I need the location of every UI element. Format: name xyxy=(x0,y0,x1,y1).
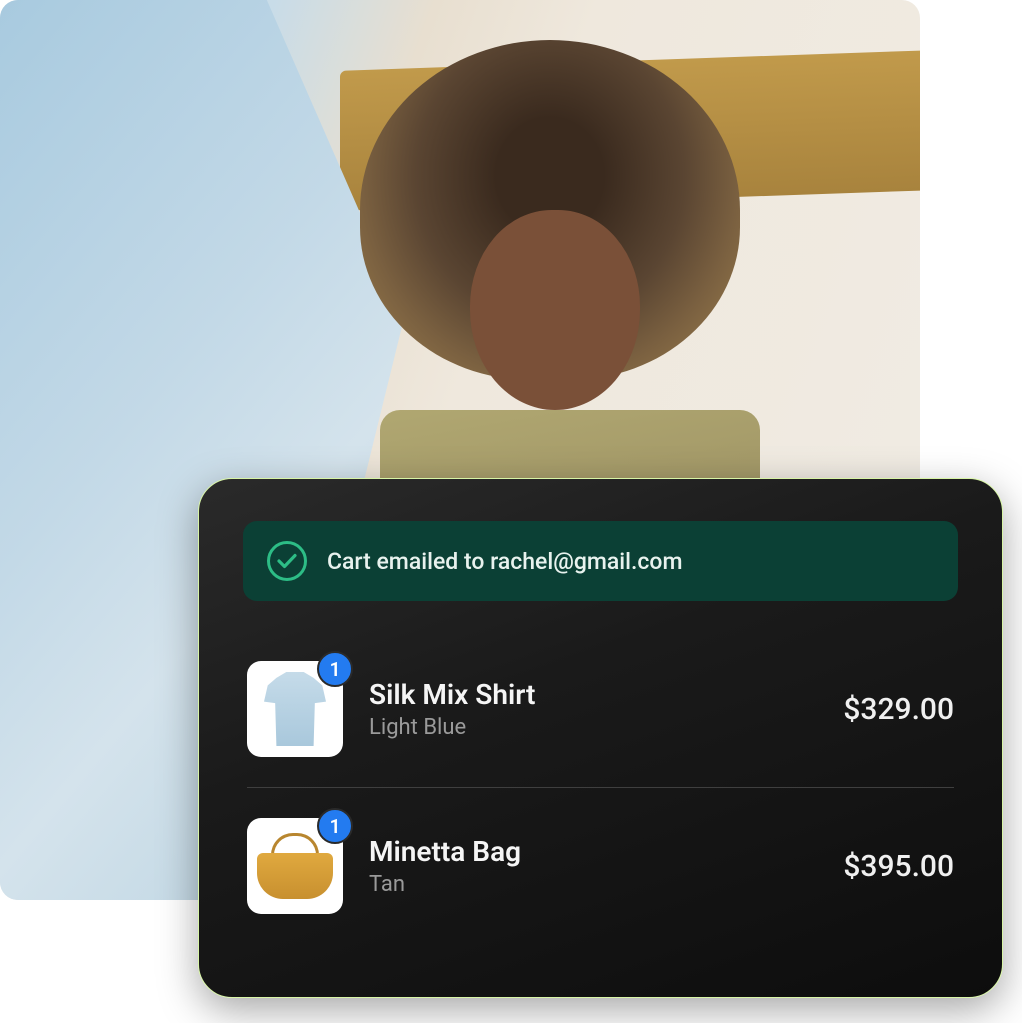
item-name: Silk Mix Shirt xyxy=(369,678,817,711)
item-variant: Tan xyxy=(369,872,817,897)
item-thumbnail: 1 xyxy=(247,661,343,757)
quantity-badge: 1 xyxy=(317,808,353,844)
shirt-icon xyxy=(264,672,326,746)
check-circle-icon xyxy=(267,541,307,581)
item-thumbnail: 1 xyxy=(247,818,343,914)
bag-icon xyxy=(257,833,333,899)
cart-card: Cart emailed to rachel@gmail.com 1 Silk … xyxy=(198,478,1003,998)
item-name: Minetta Bag xyxy=(369,835,817,868)
success-banner: Cart emailed to rachel@gmail.com xyxy=(243,521,958,601)
item-variant: Light Blue xyxy=(369,715,817,740)
banner-message: Cart emailed to rachel@gmail.com xyxy=(327,548,683,575)
cart-item[interactable]: 1 Minetta Bag Tan $395.00 xyxy=(243,788,958,944)
item-price: $395.00 xyxy=(843,849,954,884)
quantity-badge: 1 xyxy=(317,651,353,687)
cart-item[interactable]: 1 Silk Mix Shirt Light Blue $329.00 xyxy=(243,631,958,787)
item-price: $329.00 xyxy=(843,692,954,727)
